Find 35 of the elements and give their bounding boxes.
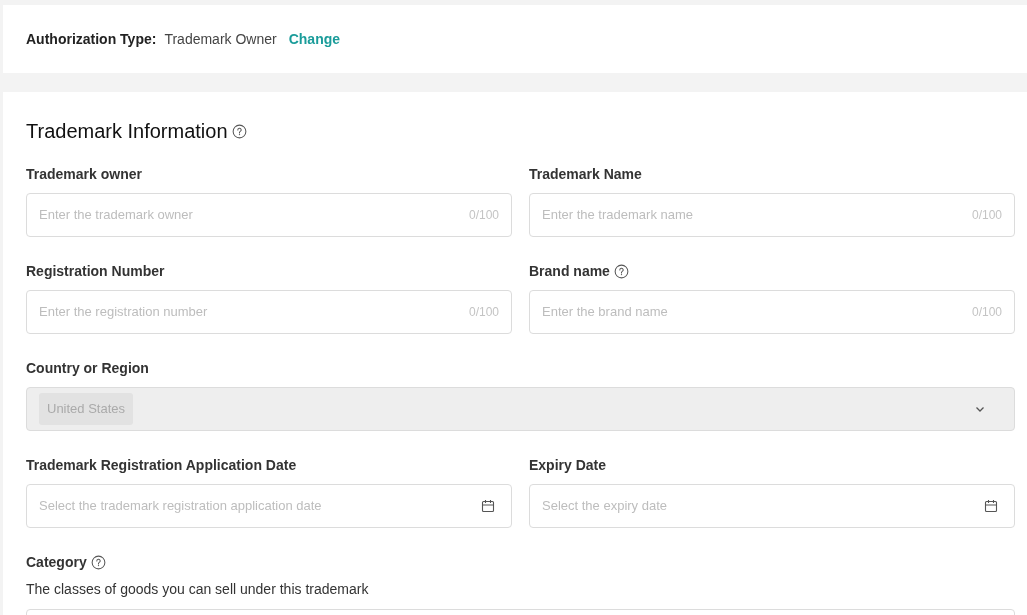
- calendar-icon: [481, 499, 495, 513]
- field-label: Trademark Registration Application Date: [26, 455, 297, 475]
- character-counter: 0/100: [468, 207, 499, 224]
- character-counter: 0/100: [971, 304, 1002, 321]
- category-description: The classes of goods you can sell under this trademark: [26, 580, 370, 599]
- field-label: Trademark Name: [529, 164, 642, 184]
- field-label: Expiry Date: [529, 455, 607, 475]
- input-field[interactable]: Enter the trademark name 0/100: [529, 193, 1015, 237]
- character-counter: 0/100: [468, 304, 499, 321]
- help-icon[interactable]: [231, 123, 247, 139]
- placeholder-text: Enter the trademark owner: [39, 206, 193, 225]
- input-field[interactable]: Enter the trademark owner 0/100: [26, 193, 512, 237]
- placeholder-text: Select the trademark registration application date: [39, 497, 322, 516]
- field-label: Country or Region: [26, 358, 149, 378]
- field-label: Category: [26, 552, 87, 572]
- date-field[interactable]: Select the expiry date: [529, 484, 1015, 528]
- calendar-icon: [984, 499, 998, 513]
- input-field[interactable]: Enter the brand name 0/100: [529, 290, 1015, 334]
- date-field[interactable]: Select the trademark registration application date: [26, 484, 512, 528]
- field-label: Registration Number: [26, 261, 165, 281]
- section-title: Trademark Information: [26, 119, 228, 144]
- help-icon[interactable]: [90, 554, 106, 570]
- authorization-value: Trademark Owner: [164, 29, 277, 49]
- input-field[interactable]: Enter the registration number 0/100: [26, 290, 512, 334]
- placeholder-text: Enter the trademark name: [542, 206, 694, 225]
- authorization-label: Authorization Type:: [26, 29, 157, 49]
- help-icon[interactable]: [613, 263, 629, 279]
- field-label: Brand name: [529, 261, 610, 281]
- placeholder-text: Enter the registration number: [39, 303, 208, 322]
- field-label: Trademark owner: [26, 164, 142, 184]
- change-link[interactable]: Change: [288, 28, 341, 50]
- placeholder-text: Select the expiry date: [542, 497, 668, 516]
- selected-tag: United States: [39, 393, 134, 425]
- placeholder-text: Enter the brand name: [542, 303, 668, 322]
- character-counter: 0/100: [971, 207, 1002, 224]
